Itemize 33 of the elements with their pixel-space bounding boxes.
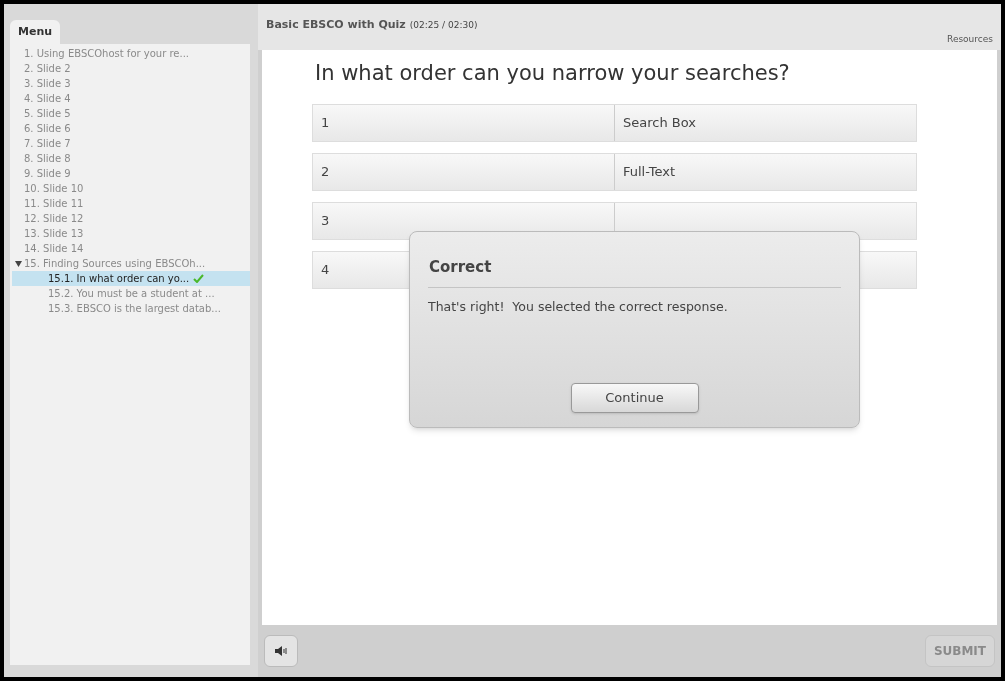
- course-title: Basic EBSCO with Quiz: [266, 17, 406, 33]
- menu-item[interactable]: 15.3. EBSCO is the largest datab...: [12, 301, 250, 316]
- menu-item[interactable]: 6. Slide 6: [12, 121, 250, 136]
- menu-item[interactable]: 3. Slide 3: [12, 76, 250, 91]
- menu-item[interactable]: 9. Slide 9: [12, 166, 250, 181]
- order-slot: 2: [313, 153, 614, 190]
- menu-tab[interactable]: Menu: [10, 20, 60, 44]
- menu-item[interactable]: 5. Slide 5: [12, 106, 250, 121]
- question-title: In what order can you narrow your searches?: [314, 60, 791, 87]
- menu-item[interactable]: 4. Slide 4: [12, 91, 250, 106]
- resources-link[interactable]: Resources: [947, 32, 993, 46]
- menu-item[interactable]: 7. Slide 7: [12, 136, 250, 151]
- menu-item[interactable]: 12. Slide 12: [12, 211, 250, 226]
- speaker-icon: [275, 645, 287, 657]
- menu-item[interactable]: 2. Slide 2: [12, 61, 250, 76]
- continue-button[interactable]: Continue: [570, 383, 699, 413]
- volume-button[interactable]: [264, 635, 298, 667]
- dialog-message: That's right! You selected the correct response.: [428, 297, 729, 316]
- order-slot: 1: [313, 104, 614, 141]
- menu-item[interactable]: 15. Finding Sources using EBSCOh...: [12, 256, 250, 271]
- menu-item[interactable]: 15.2. You must be a student at ...: [12, 286, 250, 301]
- menu-item[interactable]: 10. Slide 10: [12, 181, 250, 196]
- menu-item[interactable]: 14. Slide 14: [12, 241, 250, 256]
- answer-tile[interactable]: Search Box: [614, 104, 916, 141]
- menu-item[interactable]: 1. Using EBSCOhost for your re...: [12, 46, 250, 61]
- answer-tile[interactable]: Full-Text: [614, 153, 916, 190]
- menu-item[interactable]: 15.1. In what order can yo...: [12, 271, 250, 286]
- menu-item[interactable]: 11. Slide 11: [12, 196, 250, 211]
- menu-item[interactable]: 8. Slide 8: [12, 151, 250, 166]
- triangle-icon[interactable]: [14, 260, 22, 267]
- menu-item[interactable]: 13. Slide 13: [12, 226, 250, 241]
- time-counter: (02:25 / 02:30): [409, 19, 478, 32]
- dialog-title: Correct: [428, 232, 841, 288]
